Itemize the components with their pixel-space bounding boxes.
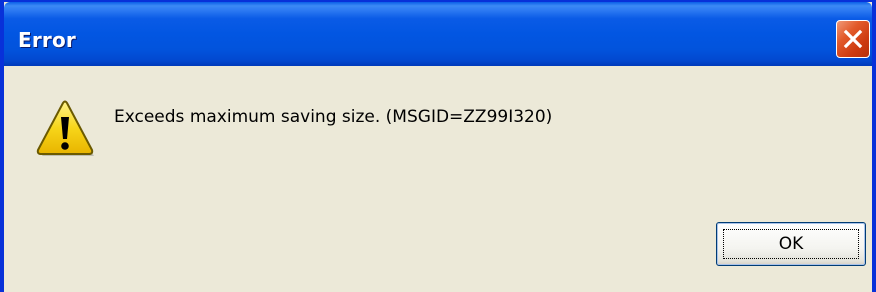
error-dialog-window: Error Exceeds maximum saving size. (MSGI… — [0, 0, 876, 292]
close-button[interactable] — [836, 20, 870, 58]
title-bar[interactable]: Error — [4, 2, 872, 66]
warning-icon — [36, 100, 94, 156]
dialog-body: Exceeds maximum saving size. (MSGID=ZZ99… — [4, 66, 872, 292]
ok-button-label: OK — [778, 234, 804, 254]
window-title: Error — [18, 28, 76, 52]
error-message: Exceeds maximum saving size. (MSGID=ZZ99… — [114, 107, 553, 127]
close-icon — [843, 29, 863, 49]
ok-button[interactable]: OK — [716, 222, 866, 266]
